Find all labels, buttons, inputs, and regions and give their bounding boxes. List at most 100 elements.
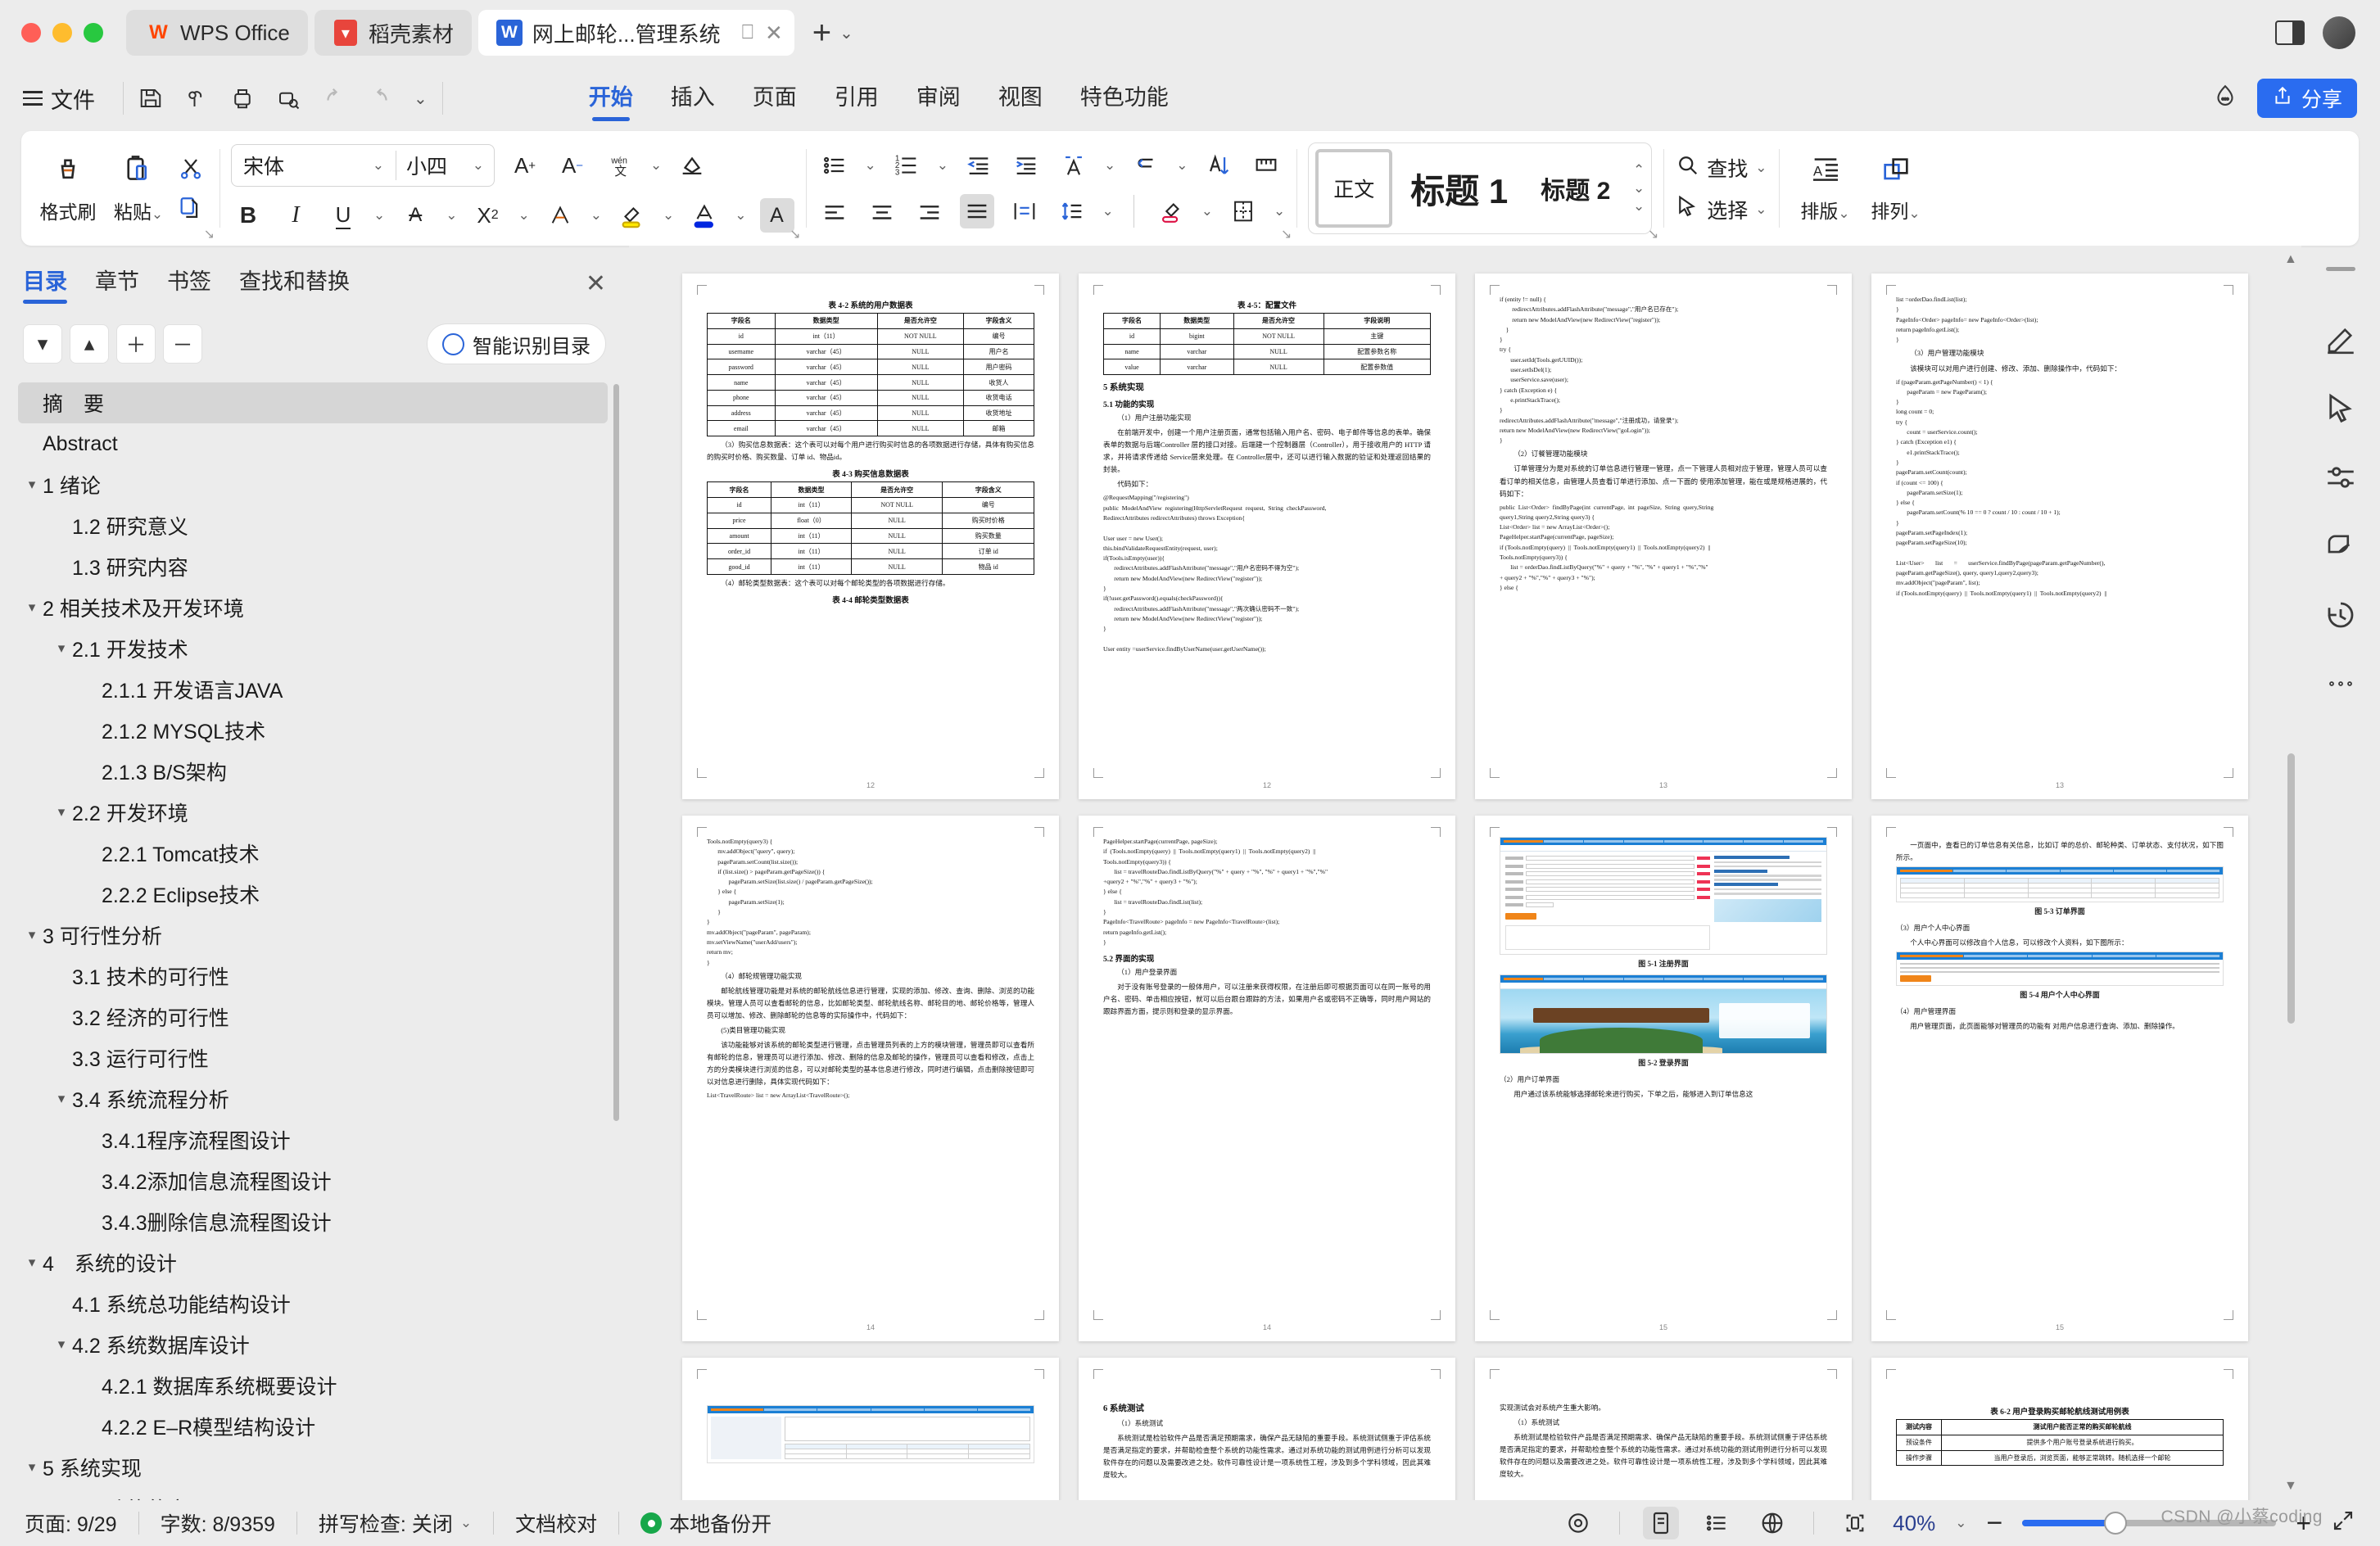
minimize-window-button[interactable]	[52, 23, 72, 43]
chevron-down-icon[interactable]: ⌄	[446, 207, 457, 224]
chevron-down-icon[interactable]: ⌄	[735, 207, 746, 224]
toc-item[interactable]: ▾2.1.3 B/S架构	[0, 751, 629, 792]
toc-collapse-up-button[interactable]: ▴	[70, 324, 109, 364]
text-effects-icon[interactable]	[543, 198, 577, 233]
strikethrough-icon[interactable]: A	[398, 198, 432, 233]
document-page[interactable]: 图 5-1 注册界面 图 5-2 登录界面 （2）用户订单界面 用户通过该系统能…	[1475, 816, 1852, 1341]
document-page[interactable]: 表 4-2 系统的用户数据表 字段名 数据类型 是否允许空 字段含义 id int（11）…	[682, 273, 1059, 799]
style-gallery[interactable]: 正文 标题 1 标题 2 ⌃ ⌄ ⌄	[1308, 142, 1653, 234]
document-page[interactable]: Tools.notEmpty(query3) { mv.addObject("q…	[682, 816, 1059, 1341]
document-page[interactable]: 实现测试会对系统产生重大影响。 （1）系统测试 系统测试是检验软件产品是否满足预…	[1475, 1358, 1852, 1500]
print-icon[interactable]	[230, 86, 255, 111]
outline-view-icon[interactable]	[1699, 1507, 1735, 1539]
toc-item[interactable]: ▾3.1 技术的可行性	[0, 956, 629, 997]
borders-icon[interactable]	[1226, 194, 1260, 228]
ribbon-tab-view[interactable]: 视图	[998, 79, 1043, 118]
select-button[interactable]: 选择 ⌄	[1675, 194, 1767, 224]
collapse-rail-handle[interactable]	[2326, 267, 2355, 271]
document-canvas[interactable]: 表 4-2 系统的用户数据表 字段名 数据类型 是否允许空 字段含义 id int（11）…	[629, 246, 2301, 1500]
chevron-down-icon[interactable]: ⌄	[1102, 203, 1114, 219]
local-backup-indicator[interactable]: 本地备份开	[640, 1508, 771, 1538]
print-preview-icon[interactable]	[276, 86, 301, 111]
save-icon[interactable]	[138, 86, 163, 111]
chevron-down-icon[interactable]: ⌄	[373, 207, 385, 224]
toc-item[interactable]: ▾4.2.2 E–R模型结构设计	[0, 1406, 629, 1447]
paste-button[interactable]: 粘贴⌄	[103, 142, 174, 234]
font-dialog-launcher[interactable]: ↘	[790, 226, 800, 242]
toc-expand-arrow-icon[interactable]: ▾	[21, 477, 43, 493]
toc-controls[interactable]: ▾ ▴ ＋ － 智能识别目录	[0, 304, 629, 376]
numbered-list-icon[interactable]: 123	[889, 148, 924, 183]
new-tab-button[interactable]: +	[812, 16, 831, 49]
document-scrollbar-thumb[interactable]	[2287, 753, 2295, 1024]
paragraph-dialog-launcher[interactable]: ↘	[1281, 226, 1292, 242]
redo-icon[interactable]	[368, 86, 392, 111]
chevron-down-icon[interactable]: ⌄	[663, 207, 674, 224]
toc-item[interactable]: ▾5.1 功能的实现	[0, 1488, 629, 1500]
page-indicator[interactable]: 页面: 9/29	[25, 1508, 117, 1538]
toc-expand-arrow-icon[interactable]: ▾	[51, 640, 72, 657]
web-view-icon[interactable]	[1754, 1507, 1790, 1539]
chevron-down-icon[interactable]: ⌄	[1201, 203, 1213, 219]
clear-format-icon[interactable]	[675, 148, 709, 183]
word-count-indicator[interactable]: 字数: 8/9359	[161, 1508, 275, 1538]
arrange-button[interactable]: 排列⌄	[1861, 154, 1931, 224]
zoom-level-label[interactable]: 40%	[1893, 1511, 1935, 1536]
font-size-select[interactable]: 小四 ⌄	[396, 151, 494, 180]
clipboard-dialog-launcher[interactable]: ↘	[204, 226, 215, 242]
chevron-down-icon[interactable]: ⌄	[1104, 157, 1115, 174]
tab-wps-office[interactable]: W WPS Office	[126, 10, 308, 56]
document-page[interactable]: 6 系统测试 （1）系统测试 系统测试是检验软件产品是否满足预期需求，确保产品无…	[1079, 1358, 1455, 1500]
document-page[interactable]: 一页面中，查看已的订单信息有关信息，比如订 单的总价、邮轮种类、订单状态、支付状…	[1871, 816, 2248, 1341]
align-center-icon[interactable]	[865, 194, 899, 228]
styles-dialog-launcher[interactable]: ↘	[1648, 226, 1658, 242]
toc-tree[interactable]: ▾摘 要▾Abstract▾1 绪论▾1.2 研究意义▾1.3 研究内容▾2 相…	[0, 376, 629, 1500]
toc-item[interactable]: ▾3.4.1程序流程图设计	[0, 1119, 629, 1160]
expand-view-icon[interactable]	[2331, 1508, 2355, 1539]
close-icon[interactable]: ✕	[765, 20, 783, 46]
format-painter-button[interactable]: 格式刷	[33, 142, 103, 234]
ribbon-tab-insert[interactable]: 插入	[671, 79, 715, 118]
toc-item[interactable]: ▾1.3 研究内容	[0, 546, 629, 587]
toc-expand-arrow-icon[interactable]: ▾	[21, 927, 43, 943]
align-left-icon[interactable]	[817, 194, 852, 228]
quick-access-toolbar[interactable]: ⌄	[138, 86, 428, 111]
nav-tab-chapters[interactable]: 章节	[95, 264, 139, 304]
toc-expand-arrow-icon[interactable]: ▾	[51, 1336, 72, 1353]
bullet-list-icon[interactable]	[817, 148, 852, 183]
pinyin-guide-icon[interactable]: wén 文	[603, 148, 637, 183]
toc-remove-level-button[interactable]: －	[163, 324, 202, 364]
toc-item[interactable]: ▾4.2.1 数据库系统概要设计	[0, 1365, 629, 1406]
toc-item[interactable]: ▾2.1.2 MYSQL技术	[0, 710, 629, 751]
font-color-icon[interactable]	[687, 198, 722, 233]
smart-toc-button[interactable]: 智能识别目录	[427, 323, 606, 364]
ribbon-tab-review[interactable]: 审阅	[916, 79, 961, 118]
spellcheck-indicator[interactable]: 拼写检查: 关闭 ⌄	[319, 1508, 472, 1538]
chevron-down-icon[interactable]: ⌄	[590, 207, 602, 224]
ribbon-tab-reference[interactable]: 引用	[835, 79, 879, 118]
align-right-icon[interactable]	[912, 194, 947, 228]
document-page[interactable]	[682, 1358, 1059, 1500]
document-page[interactable]: 表 4-5：配置文件 字段名 数据类型 是否允许空 字段说明 id bigint NOT N…	[1079, 273, 1455, 799]
chevron-down-icon[interactable]: ⌄	[865, 157, 876, 174]
ribbon-tab-features[interactable]: 特色功能	[1080, 79, 1169, 118]
toc-item[interactable]: ▾2.2.1 Tomcat技术	[0, 833, 629, 874]
tab-docer[interactable]: ▾ 稻壳素材	[314, 10, 472, 56]
expand-gallery-icon[interactable]: ⌄	[1633, 198, 1645, 215]
toc-item[interactable]: ▾ 2.1 开发技术	[0, 628, 629, 669]
chevron-down-icon[interactable]: ⌄	[839, 23, 853, 43]
cloud-save-icon[interactable]	[184, 86, 209, 111]
justify-icon[interactable]	[959, 194, 994, 228]
sort-icon[interactable]	[1201, 148, 1236, 183]
toc-item[interactable]: ▾2.1.1 开发语言JAVA	[0, 669, 629, 710]
cursor-select-icon[interactable]	[2315, 374, 2366, 443]
toc-item[interactable]: ▾3.4.3删除信息流程图设计	[0, 1201, 629, 1242]
settings-sliders-icon[interactable]	[2315, 443, 2366, 512]
cast-icon[interactable]: ⎕	[742, 21, 753, 44]
toc-expand-arrow-icon[interactable]: ▾	[21, 599, 43, 616]
font-name-select[interactable]: 宋体 ⌄	[232, 151, 396, 180]
document-page[interactable]: 表 6-2 用户登录购买邮轮航线测试用例表 测试内容 测试用户能否正常的购买邮轮航…	[1871, 1358, 2248, 1500]
chevron-down-icon[interactable]: ⌄	[1955, 1515, 1966, 1531]
cut-icon[interactable]	[174, 151, 208, 185]
toc-expand-arrow-icon[interactable]: ▾	[21, 1254, 43, 1271]
